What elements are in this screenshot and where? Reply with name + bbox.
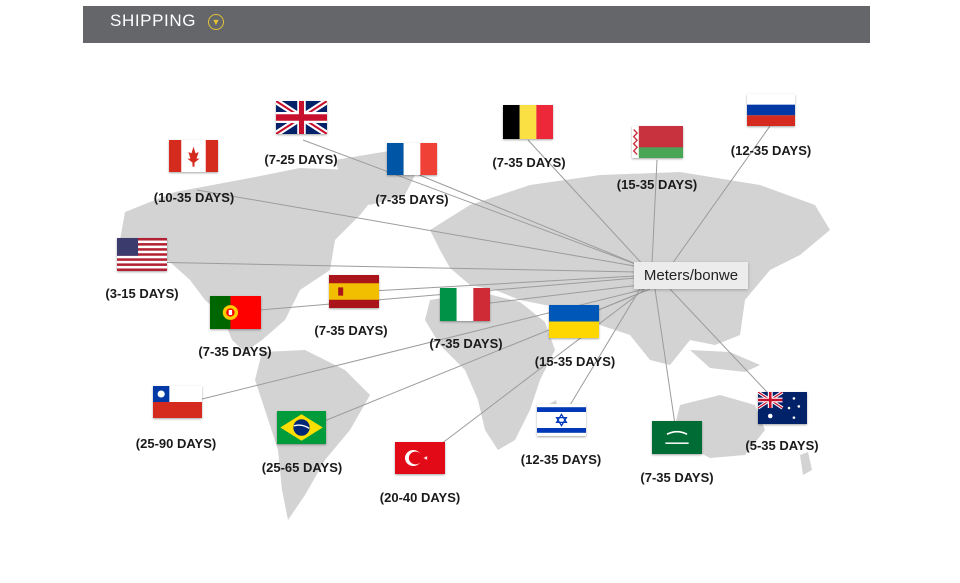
flag-turkey-icon [395,442,445,474]
flag-belgium-icon [503,105,553,139]
days-label-united-states: (3-15 DAYS) [105,286,179,301]
flag-chile-icon [153,386,202,418]
flag-portugal-icon [210,296,261,329]
flag-france-icon [387,143,437,175]
flag-ukraine-icon [549,305,599,338]
days-label-turkey: (20-40 DAYS) [379,490,461,505]
days-label-spain: (7-35 DAYS) [314,323,388,338]
days-label-canada: (10-35 DAYS) [153,190,235,205]
flag-israel-icon [537,404,586,436]
islands-shape [690,350,760,372]
days-label-ukraine: (15-35 DAYS) [534,354,616,369]
flag-saudi-arabia-icon [652,421,702,454]
flag-russia-icon [747,94,795,126]
days-label-brazil: (25-65 DAYS) [261,460,343,475]
flag-united-states-icon [117,238,167,271]
days-label-portugal: (7-35 DAYS) [198,344,272,359]
days-label-australia: (5-35 DAYS) [745,438,819,453]
continents [120,150,830,520]
days-label-italy: (7-35 DAYS) [429,336,503,351]
days-label-russia: (12-35 DAYS) [730,143,812,158]
flag-brazil-icon [277,411,326,444]
days-label-united-kingdom: (7-25 DAYS) [264,152,338,167]
flag-canada-icon [169,140,218,172]
days-label-belgium: (7-35 DAYS) [492,155,566,170]
days-label-chile: (25-90 DAYS) [135,436,217,451]
new-zealand-shape [800,452,812,475]
flag-united-kingdom-icon [276,101,327,134]
flag-spain-icon [329,275,379,308]
days-label-israel: (12-35 DAYS) [520,452,602,467]
days-label-saudi-arabia: (7-35 DAYS) [640,470,714,485]
hub-label: Meters/bonwe [634,262,748,289]
flag-australia-icon [758,392,807,424]
days-label-belarus: (15-35 DAYS) [616,177,698,192]
days-label-france: (7-35 DAYS) [375,192,449,207]
flag-italy-icon [440,288,490,321]
flag-belarus-icon [632,126,683,158]
